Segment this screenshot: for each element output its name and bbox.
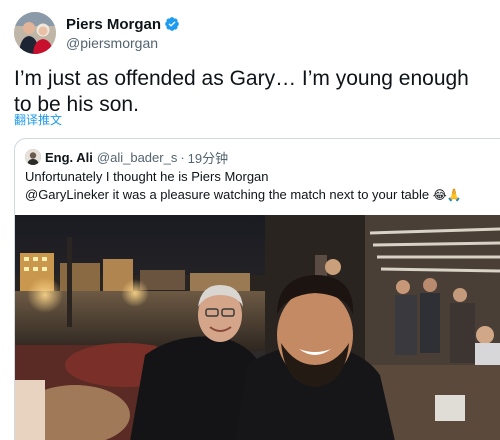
tweet-header: Piers Morgan @piersmorgan — [14, 12, 484, 54]
author-avatar[interactable] — [14, 12, 56, 54]
quote-mention-link[interactable]: @GaryLineker — [25, 187, 109, 202]
quote-header: Eng. Ali @ali_bader_s · 19分钟 — [25, 148, 228, 166]
quote-author-avatar[interactable] — [25, 149, 41, 165]
quoted-tweet[interactable]: Eng. Ali @ali_bader_s · 19分钟 Unfortunate… — [14, 138, 500, 440]
emoji-icons: 😂🙏 — [432, 188, 462, 202]
quote-author-handle[interactable]: @ali_bader_s — [97, 150, 177, 165]
quote-author-name[interactable]: Eng. Ali — [45, 150, 93, 165]
quote-photo[interactable] — [15, 215, 500, 440]
tweet-text: I’m just as offended as Gary… I’m young … — [14, 67, 469, 116]
quote-text-line-2: @GaryLineker it was a pleasure watching … — [25, 186, 495, 204]
quote-text-line-2-rest: it was a pleasure watching the match nex… — [109, 187, 433, 202]
verified-badge-icon — [165, 17, 179, 31]
quote-timestamp[interactable]: 19分钟 — [188, 148, 228, 167]
translate-tweet-link[interactable]: 翻译推文 — [14, 112, 62, 128]
quote-text: Unfortunately I thought he is Piers Morg… — [25, 168, 495, 204]
quote-text-line-1: Unfortunately I thought he is Piers Morg… — [25, 169, 269, 184]
quote-separator: · — [180, 149, 185, 165]
restaurant-photo — [15, 215, 500, 440]
quote-avatar-photo — [25, 149, 41, 165]
author-name[interactable]: Piers Morgan — [66, 15, 161, 34]
author-handle[interactable]: @piersmorgan — [66, 34, 180, 52]
avatar-photo — [14, 12, 56, 54]
